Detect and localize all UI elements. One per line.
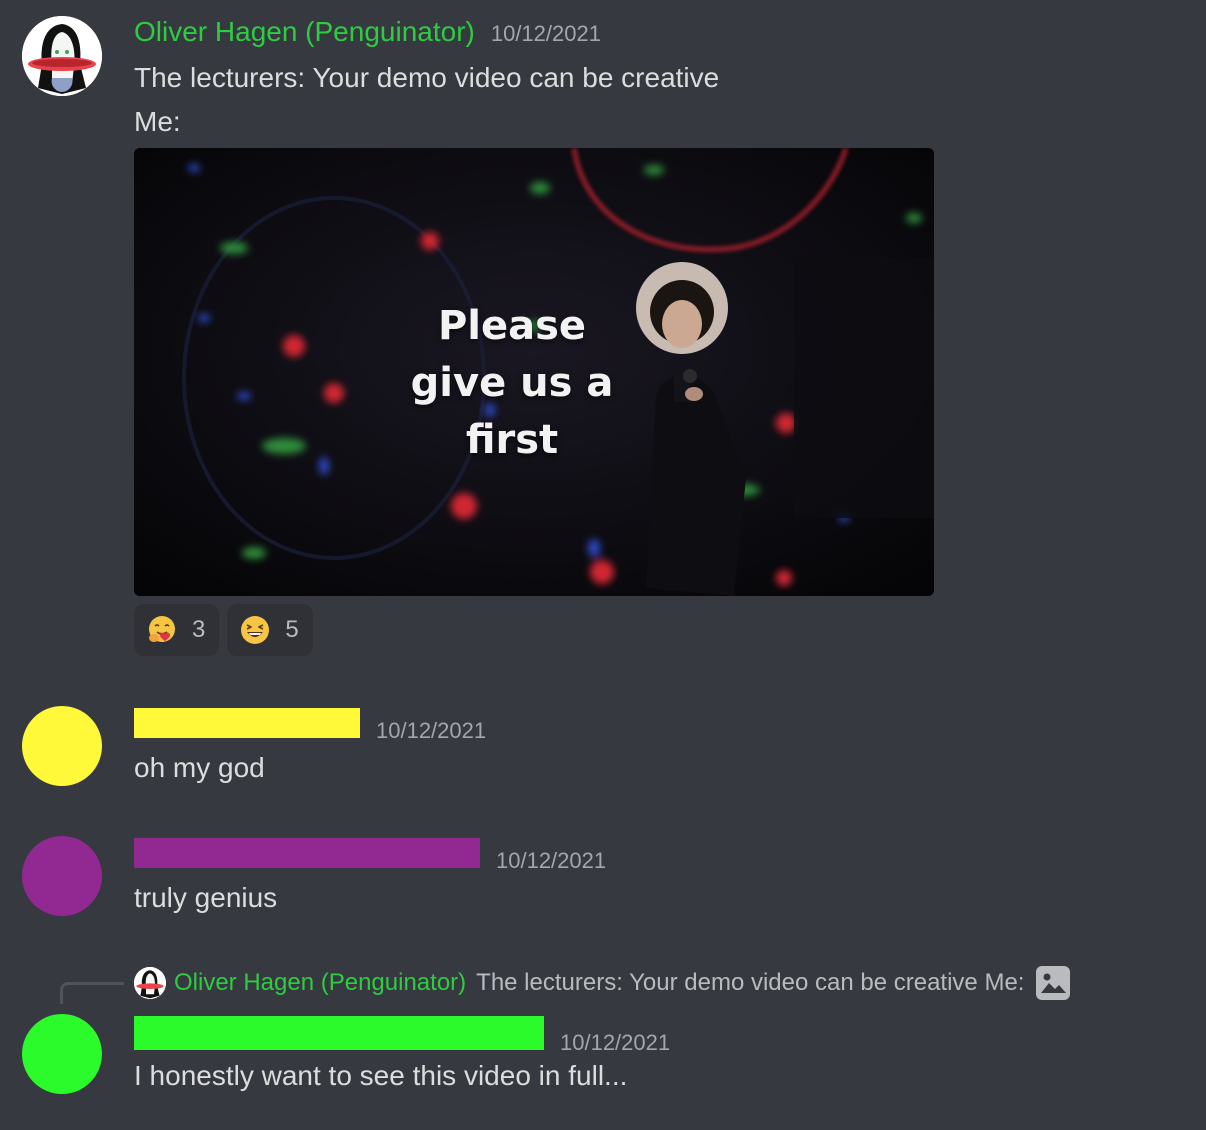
- message-text: I honestly want to see this video in ful…: [134, 1060, 628, 1091]
- message-header: 10/12/2021: [134, 1016, 670, 1056]
- chat-log: Oliver Hagen (Penguinator) 10/12/2021 Th…: [0, 0, 1206, 1130]
- reply-username[interactable]: Oliver Hagen (Penguinator): [174, 969, 466, 997]
- message-header: Oliver Hagen (Penguinator) 10/12/2021: [134, 16, 601, 48]
- username[interactable]: Oliver Hagen (Penguinator): [134, 16, 475, 48]
- redacted-username[interactable]: [134, 1016, 544, 1050]
- message-header: 10/12/2021: [134, 708, 486, 744]
- reaction-count: 3: [192, 616, 206, 643]
- reaction-count: 5: [285, 616, 299, 643]
- timestamp: 10/12/2021: [496, 848, 607, 873]
- timestamp: 10/12/2021: [376, 718, 487, 743]
- message-text: Me:: [134, 106, 181, 137]
- message-text: truly genius: [134, 882, 278, 913]
- reply-text: The lecturers: Your demo video can be cr…: [476, 969, 1025, 996]
- timestamp: 10/12/2021: [560, 1030, 671, 1055]
- message-header: 10/12/2021: [134, 838, 606, 874]
- reply-avatar: [134, 967, 166, 999]
- avatar[interactable]: [22, 16, 102, 96]
- video-caption: Please give us a first: [410, 303, 614, 463]
- reply-preview[interactable]: Oliver Hagen (Penguinator) The lecturers…: [134, 966, 1071, 1000]
- avatar[interactable]: [22, 836, 102, 916]
- hugging-face-icon: [149, 616, 175, 642]
- avatar[interactable]: [22, 1014, 102, 1094]
- video-attachment[interactable]: Please give us a first: [134, 148, 934, 596]
- reply-connector: [60, 982, 124, 1004]
- penguin-avatar-icon: [22, 16, 102, 96]
- reaction-laughing[interactable]: 5: [227, 604, 313, 656]
- message-text: oh my god: [134, 752, 265, 783]
- avatar[interactable]: [22, 706, 102, 786]
- image-icon: [1036, 966, 1071, 1000]
- timestamp: 10/12/2021: [490, 21, 601, 46]
- reactions-bar: 3 5: [134, 604, 313, 656]
- message-text: The lecturers: Your demo video can be cr…: [134, 62, 720, 93]
- redacted-username[interactable]: [134, 708, 360, 738]
- penguin-avatar-icon: [134, 967, 166, 999]
- redacted-username[interactable]: [134, 838, 480, 868]
- reaction-hugging[interactable]: 3: [134, 604, 220, 656]
- laughing-face-icon: [241, 616, 270, 644]
